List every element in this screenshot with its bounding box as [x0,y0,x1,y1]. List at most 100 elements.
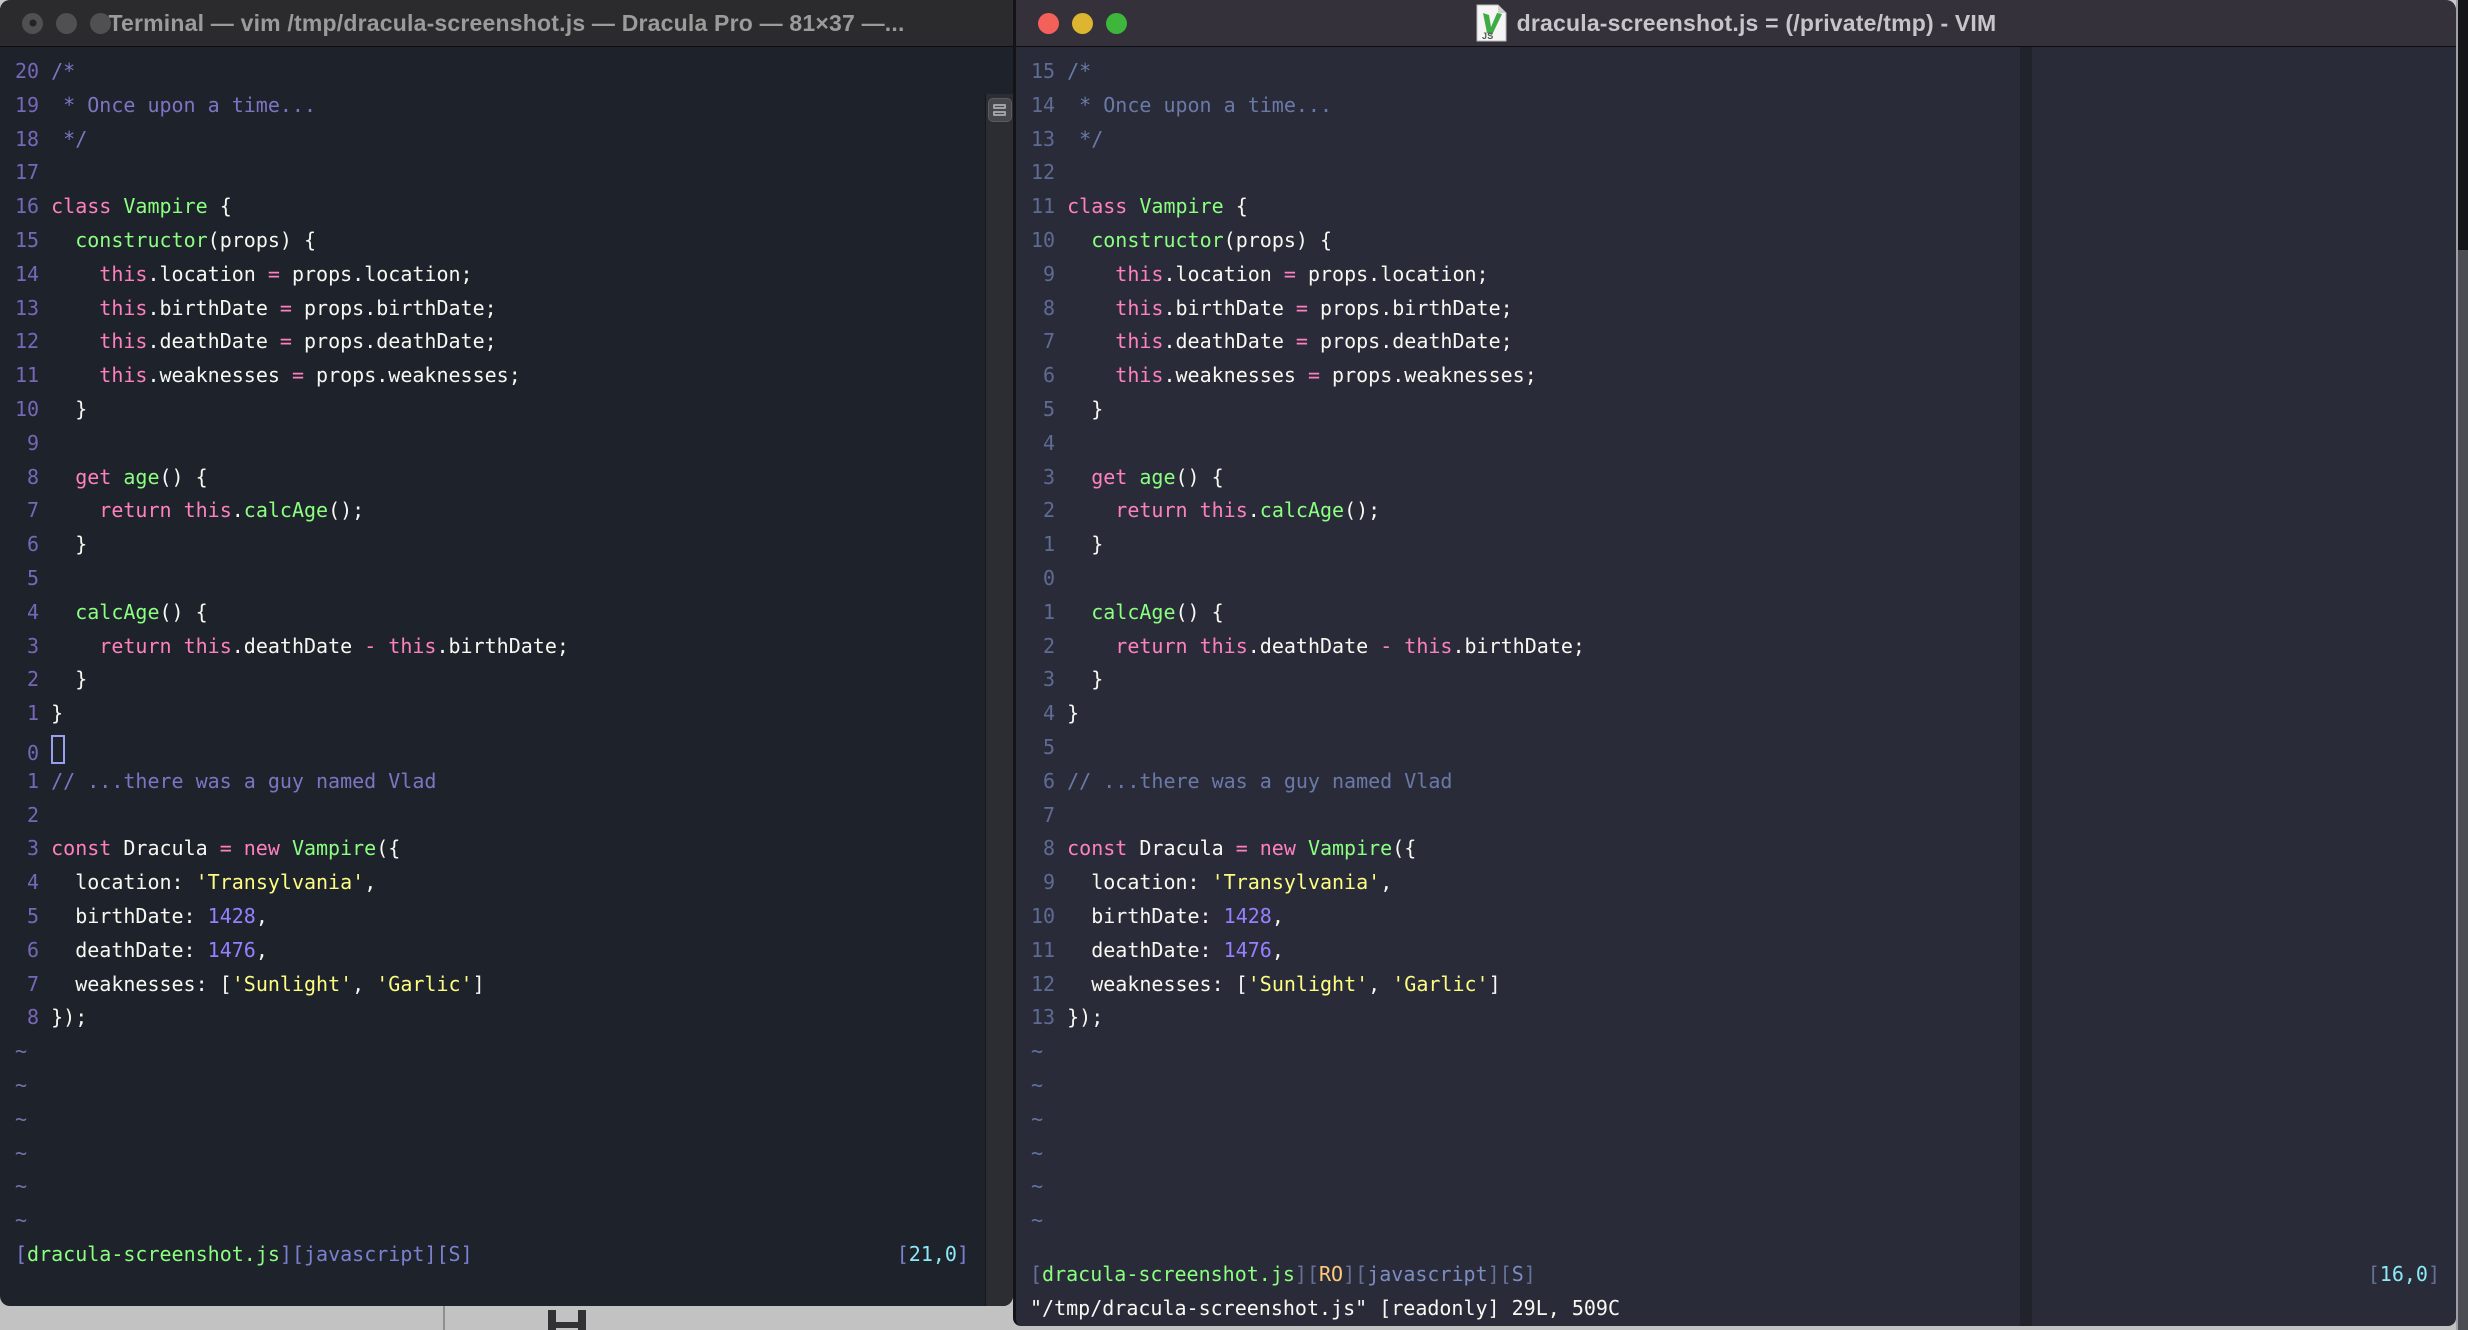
code-token: constructor [75,227,208,252]
code-token: Vampire [123,194,220,219]
line-number: 4 [27,599,40,624]
code-token: .deathDate [1163,329,1296,354]
terminal-traffic-lights [22,0,111,46]
code-line: 9 this.location = props.location; [1031,258,2456,292]
terminal-vim-statusline: [dracula-screenshot.js][javascript][S] [… [15,1238,969,1272]
zoom-button[interactable] [90,12,111,34]
code-token: props.deathDate; [1307,329,1513,354]
code-token: location: [51,870,196,895]
code-text: calcAge() { [1067,596,1223,630]
code-line: 8 get age() { [15,461,1013,495]
code-token: deathDate: [1067,937,1224,962]
line-number: 12 [15,329,40,354]
code-line: 2 return this.calcAge(); [1031,494,2456,528]
code-token: 'Transylvania' [195,870,365,895]
code-token: props.location; [1295,261,1489,286]
empty-buffer-tilde: ~ [1031,1069,2456,1103]
code-text: class Vampire { [1067,190,1248,224]
code-text: * Once upon a time... [1067,89,1332,123]
code-token: return [99,633,184,658]
code-token: .weaknesses [1163,363,1308,388]
zoom-button[interactable] [1106,12,1127,34]
line-number: 4 [1043,430,1056,455]
code-line: 13 }); [1031,1001,2456,1035]
code-line: 7 [1031,799,2456,833]
code-token: ~ [15,1208,28,1233]
code-token: birthDate: [51,903,208,928]
line-number: 10 [1031,903,1056,928]
code-token: }); [51,1005,88,1030]
code-token: } [51,532,88,557]
code-token: () { [159,599,208,624]
terminal-code-area[interactable]: 20 /* 19 * Once upon a time... 18 */17 16 … [0,47,1013,1238]
code-text: } [51,697,63,731]
code-text: */ [1067,123,1103,157]
line-number: 9 [1043,261,1056,286]
minimize-button[interactable] [56,12,77,34]
line-number: 7 [1043,802,1056,827]
code-token: * Once upon a time... [1067,92,1333,117]
code-token: .location [147,261,268,286]
code-line: 2 [15,799,1013,833]
code-text: calcAge() { [51,596,208,630]
code-text: this.weaknesses = props.weaknesses; [1067,359,1536,393]
code-token: ] [460,1242,473,1267]
code-line: 1 // ...there was a guy named Vlad [15,765,1013,799]
code-token: dracula-screenshot.js [27,1242,280,1267]
line-number: 5 [1043,734,1056,759]
code-token: 'Sunlight' [1247,971,1369,996]
code-line: 19 * Once upon a time... [15,89,1013,123]
close-button[interactable] [1038,12,1059,34]
code-token: } [51,396,88,421]
minimize-button[interactable] [1072,12,1093,34]
code-line: 11 deathDate: 1476, [1031,934,2456,968]
code-token: 1476 [207,937,256,962]
macvim-code-area[interactable]: 15 /* 14 * Once upon a time... 13 */12 11 … [1016,47,2456,1238]
background-window-dark-area [2458,0,2468,250]
line-number: 1 [1043,599,1056,624]
code-text: this.deathDate = props.deathDate; [51,325,496,359]
terminal-titlebar[interactable]: Terminal — vim /tmp/dracula-screenshot.j… [0,0,1013,47]
line-number: 6 [1043,768,1056,793]
code-token: ] [2427,1262,2440,1287]
code-text: /* [51,55,75,89]
code-token: ][ [1294,1262,1320,1287]
code-token: // ...there was a guy named Vlad [1067,768,1453,793]
code-line: 10 birthDate: 1428, [1031,900,2456,934]
code-token: 1476 [1223,937,1272,962]
code-line: 12 this.deathDate = props.deathDate; [15,325,1013,359]
code-token: ][ [1343,1262,1368,1287]
code-line: 0 [1031,562,2456,596]
macvim-traffic-lights [1038,0,1127,46]
macvim-titlebar[interactable]: JS dracula-screenshot.js = (/private/tmp… [1016,0,2456,47]
line-number: 18 [15,126,40,151]
code-line: 1 } [1031,528,2456,562]
code-token: ~ [15,1106,28,1131]
code-token: */ [51,126,88,151]
split-pane-button[interactable] [987,98,1012,122]
close-button[interactable] [22,12,43,34]
terminal-scrollbar[interactable] [985,94,1013,1306]
code-text: this.birthDate = props.birthDate; [1067,292,1512,326]
code-token: 'Garlic' [376,971,473,996]
code-line: 10 } [15,393,1013,427]
code-line: 3 } [1031,663,2456,697]
code-token: (); [1344,498,1381,523]
code-token: = new [1235,836,1308,861]
